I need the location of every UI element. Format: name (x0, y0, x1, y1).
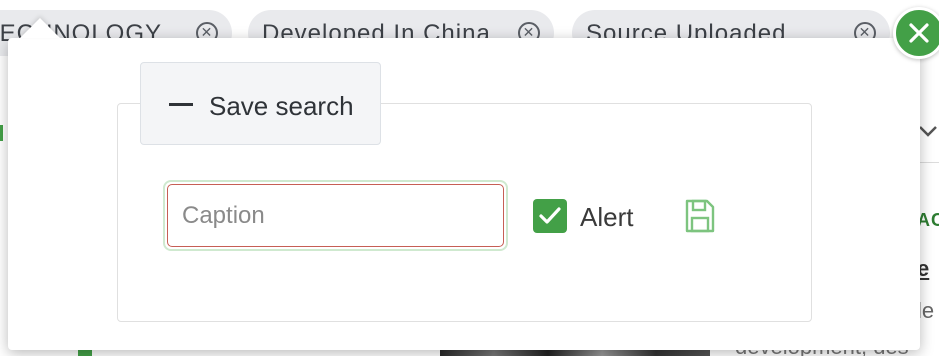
check-icon (539, 207, 561, 224)
floppy-disk-icon[interactable] (684, 198, 716, 234)
alert-label: Alert (580, 202, 634, 232)
save-search-toggle[interactable]: Save search (140, 62, 381, 145)
save-search-title: Save search (209, 91, 354, 121)
close-button[interactable] (893, 7, 939, 59)
caption-field-wrapper (163, 180, 508, 251)
alert-checkbox[interactable] (533, 199, 567, 233)
minus-icon (169, 103, 193, 106)
sidebar-accent (0, 125, 3, 141)
caption-input[interactable] (167, 184, 504, 247)
sidebar-accent (78, 350, 92, 356)
popover-arrow (20, 18, 60, 38)
result-tag: AC (917, 210, 939, 230)
chevron-down-icon[interactable] (917, 120, 939, 142)
close-icon (909, 23, 929, 43)
